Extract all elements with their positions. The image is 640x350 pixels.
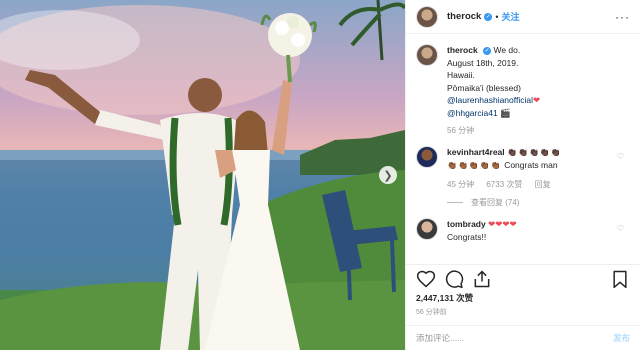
comment-icon[interactable] — [444, 269, 464, 289]
clap-emojis: 👏🏾👏🏾👏🏾👏🏾👏🏾 — [447, 161, 502, 170]
verified-badge-icon: ✓ — [484, 12, 493, 21]
follow-button[interactable]: 关注 — [501, 10, 519, 23]
view-replies-label: 查看回复 (74) — [471, 198, 520, 207]
comment-meta: 45 分钟 6733 次赞 回复 — [447, 179, 630, 192]
verified-badge-icon: ✓ — [483, 46, 492, 55]
more-options-icon[interactable]: ··· — [615, 10, 630, 24]
caption-line: We do. — [493, 45, 521, 55]
heart-emoji: ❤ — [532, 95, 541, 105]
post-photo[interactable]: ❯ — [0, 0, 405, 350]
comment-message: Congrats man — [504, 160, 558, 170]
post-header: therock ✓ • 关注 ··· — [406, 0, 640, 34]
mention-link[interactable]: @laurenhashianofficial — [447, 95, 533, 105]
heart-emojis: ❤❤❤❤ — [488, 219, 517, 229]
reply-button[interactable]: 回复 — [535, 180, 551, 189]
comment-input[interactable] — [416, 333, 613, 343]
comment-text: kevinhart4real 👏🏿👏🏿👏🏿👏🏿👏🏿 👏🏾👏🏾👏🏾👏🏾👏🏾 Con… — [447, 146, 630, 192]
avatar[interactable] — [416, 145, 438, 168]
caption-username[interactable]: therock — [447, 45, 478, 55]
comment-like-heart-icon[interactable]: ♡ — [617, 152, 624, 161]
comment-username[interactable]: tombrady — [447, 219, 486, 229]
post-date: 56 分钟前 — [416, 309, 447, 316]
view-replies-button[interactable]: 查看回复 (74) — [447, 197, 640, 208]
next-photo-button[interactable]: ❯ — [379, 166, 397, 184]
heart-icon[interactable] — [416, 269, 436, 289]
username-link[interactable]: therock — [447, 11, 481, 22]
replies-divider — [447, 202, 463, 203]
caption-line: Hawaii. — [447, 70, 475, 80]
clap-emojis: 👏🏿👏🏿👏🏿👏🏿👏🏿 — [507, 147, 562, 157]
avatar[interactable] — [416, 5, 438, 28]
caption-line: August 18th, 2019. — [447, 57, 519, 68]
action-bar — [406, 264, 640, 292]
likes-count[interactable]: 2,447,131 次赞 — [416, 292, 473, 304]
chevron-right-icon: ❯ — [383, 169, 393, 182]
comment-like-heart-icon[interactable]: ♡ — [617, 224, 624, 233]
avatar[interactable] — [416, 44, 438, 66]
comment: tombrady ❤❤❤❤ Congrats!! ♡ — [406, 218, 640, 243]
comment-text: tombrady ❤❤❤❤ Congrats!! — [447, 218, 630, 243]
clapper-emoji: 🎬 — [500, 107, 511, 118]
bookmark-icon[interactable] — [610, 269, 630, 289]
post-comment-button[interactable]: 发布 — [613, 332, 630, 344]
comments-list[interactable]: therock ✓ We do. August 18th, 2019. Hawa… — [406, 44, 640, 259]
share-icon[interactable] — [472, 269, 492, 289]
caption-line: Pōmaika'i (blessed) — [447, 82, 521, 93]
mention-link[interactable]: @hhgarcia41 — [447, 108, 498, 118]
comment-time: 45 分钟 — [447, 179, 475, 189]
post-side-panel: therock ✓ • 关注 ··· therock ✓ We do. Augu… — [405, 0, 640, 350]
caption-text: therock ✓ We do. August 18th, 2019. Hawa… — [447, 44, 630, 138]
wedding-photo-illustration — [0, 0, 405, 350]
caption-time: 56 分钟 — [447, 126, 475, 135]
comment-username[interactable]: kevinhart4real — [447, 147, 505, 157]
separator-dot: • — [495, 11, 499, 22]
caption-meta: 56 分钟 — [447, 125, 630, 138]
comment: kevinhart4real 👏🏿👏🏿👏🏿👏🏿👏🏿 👏🏾👏🏾👏🏾👏🏾👏🏾 Con… — [406, 145, 640, 192]
caption: therock ✓ We do. August 18th, 2019. Hawa… — [406, 44, 640, 138]
avatar[interactable] — [416, 218, 438, 240]
comment-likes[interactable]: 6733 次赞 — [486, 180, 522, 189]
comment-message: Congrats!! — [447, 231, 487, 242]
add-comment-bar: 发布 — [406, 325, 640, 350]
